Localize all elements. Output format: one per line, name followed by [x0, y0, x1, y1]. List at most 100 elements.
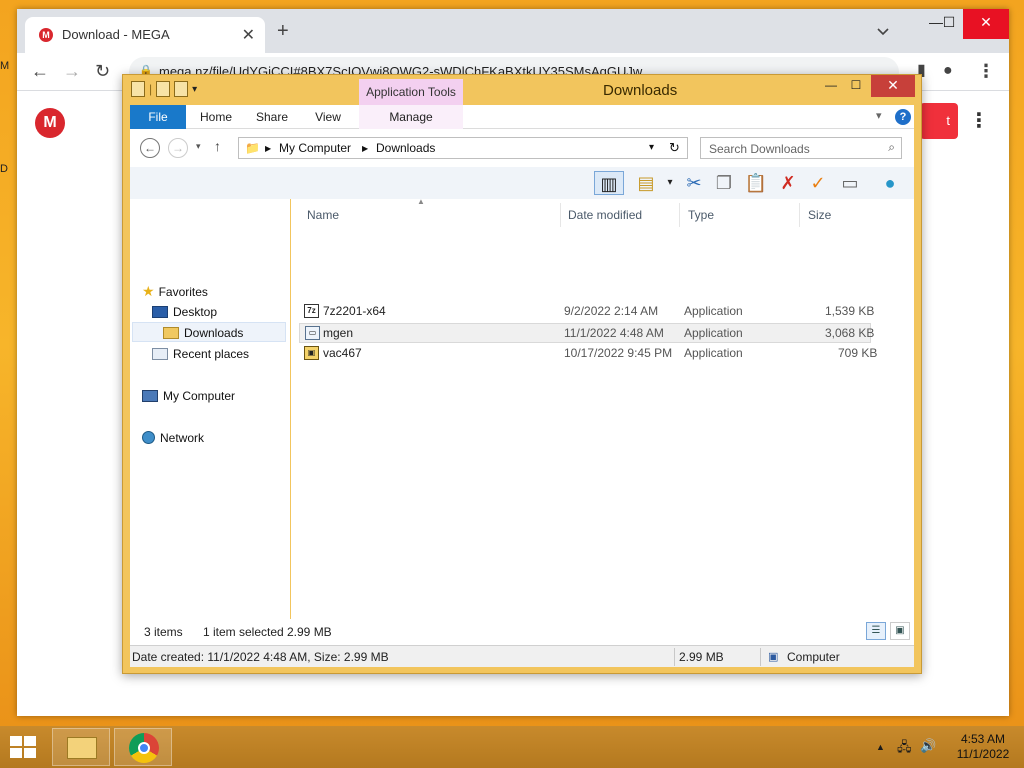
item-count: 3 items: [144, 625, 183, 639]
tab-home[interactable]: Home: [194, 105, 238, 129]
quick-access-toolbar: | ▾: [131, 81, 197, 97]
taskbar-chrome-button[interactable]: [114, 728, 172, 766]
properties-icon[interactable]: [156, 81, 171, 97]
star-icon: ★: [142, 283, 155, 299]
breadcrumb-separator-icon[interactable]: ▶: [265, 144, 271, 153]
tab-view[interactable]: View: [310, 105, 346, 129]
cut-icon[interactable]: ✂: [682, 171, 706, 195]
recent-locations-icon[interactable]: ▾: [196, 141, 201, 152]
address-path[interactable]: 📁 ▶ My Computer ▶ Downloads ▾ ↻: [238, 137, 688, 159]
browser-close-button[interactable]: ✕: [963, 9, 1009, 39]
file-date: 11/1/2022 4:48 AM: [564, 326, 664, 340]
windows-start-icon[interactable]: [10, 736, 38, 758]
downloads-folder-icon: [163, 327, 179, 339]
details-status-bar: Date created: 11/1/2022 4:48 AM, Size: 2…: [130, 645, 914, 667]
column-header-type[interactable]: Type: [680, 203, 800, 227]
installer-icon: ▣: [304, 346, 319, 360]
file-list: ▲ Name Date modified Type Size 7z 7z2201…: [291, 197, 914, 619]
taskbar-explorer-button[interactable]: [52, 728, 110, 766]
file-row[interactable]: ▭ mgen 11/1/2022 4:48 AM Application 3,0…: [299, 323, 874, 343]
taskbar: ▲ 🖧 🔊 4:53 AM 11/1/2022: [0, 726, 1024, 768]
nav-downloads[interactable]: Downloads: [132, 322, 286, 342]
desktop-icon-label: M: [0, 60, 10, 72]
search-input[interactable]: Search Downloads ⌕: [700, 137, 902, 159]
help-icon[interactable]: ?: [895, 109, 911, 125]
show-hidden-icons-icon[interactable]: ▲: [876, 742, 885, 752]
back-arrow-icon[interactable]: ←: [31, 61, 49, 81]
preview-pane-icon[interactable]: ▥: [594, 171, 624, 195]
nav-label: Favorites: [158, 285, 208, 299]
application-tools-context-tab: Application Tools: [359, 79, 463, 105]
refresh-icon[interactable]: ↻: [669, 140, 680, 156]
tab-share[interactable]: Share: [252, 105, 292, 129]
mega-action-button[interactable]: t: [920, 103, 958, 139]
file-size: 709 KB: [838, 346, 878, 360]
tab-close-icon[interactable]: ✕: [242, 25, 255, 45]
paste-icon[interactable]: 📋: [744, 171, 768, 195]
folder-down-icon[interactable]: [131, 81, 145, 97]
chrome-menu-icon[interactable]: ⋮: [977, 61, 995, 81]
explorer-close-button[interactable]: ✕: [871, 75, 915, 97]
tab-file[interactable]: File: [130, 105, 186, 129]
checkmark-icon[interactable]: ✓: [806, 171, 830, 195]
breadcrumb-downloads[interactable]: Downloads: [376, 141, 435, 155]
browser-maximize-button[interactable]: ☐: [937, 9, 961, 39]
column-header-name[interactable]: Name: [299, 203, 561, 227]
new-folder-icon[interactable]: [174, 81, 189, 97]
details-view-icon[interactable]: ☰: [866, 622, 886, 640]
clock[interactable]: 4:53 AM 11/1/2022: [948, 732, 1018, 762]
file-row[interactable]: 7z 7z2201-x64 9/2/2022 2:14 AM Applicati…: [299, 302, 874, 322]
up-arrow-icon[interactable]: ↑: [214, 138, 221, 154]
chrome-icon: [129, 733, 159, 763]
tab-search-chevron-icon[interactable]: [877, 25, 889, 39]
ribbon-tabs: File Home Share View Manage ▾ ?: [130, 105, 914, 129]
options-dropdown-icon[interactable]: ▾: [658, 171, 682, 195]
tab-manage[interactable]: Manage: [382, 105, 440, 129]
tab-title: Download - MEGA: [62, 27, 170, 42]
folder-options-icon[interactable]: ▤: [634, 171, 658, 195]
nav-favorites[interactable]: ★ Favorites: [142, 281, 298, 301]
breadcrumb-my-computer[interactable]: My Computer: [279, 141, 351, 155]
mega-favicon-icon: M: [39, 28, 53, 42]
folder-icon: 📁: [245, 141, 260, 155]
file-date: 9/2/2022 2:14 AM: [564, 304, 659, 318]
forward-arrow-icon[interactable]: →: [63, 61, 81, 81]
file-type: Application: [684, 326, 743, 340]
file-row[interactable]: ▣ vac467 10/17/2022 9:45 PM Application …: [299, 344, 877, 364]
nav-recent-places[interactable]: Recent places: [152, 344, 308, 364]
volume-icon[interactable]: 🔊: [920, 738, 936, 754]
mega-menu-icon[interactable]: ⋮: [969, 111, 989, 131]
column-header-date[interactable]: Date modified: [560, 203, 680, 227]
network-tray-icon[interactable]: 🖧: [897, 738, 912, 760]
navigation-pane: ★ Favorites Desktop Downloads Recent plac…: [130, 199, 290, 619]
browser-tab-strip: M Download - MEGA ✕ + — ☐ ✕: [17, 9, 1009, 53]
address-dropdown-icon[interactable]: ▾: [649, 142, 654, 153]
explorer-titlebar: | ▾ Application Tools Downloads — ☐ ✕: [123, 75, 921, 105]
explorer-maximize-button[interactable]: ☐: [845, 75, 867, 97]
explorer-minimize-button[interactable]: —: [821, 75, 841, 97]
search-icon[interactable]: ⌕: [888, 140, 895, 155]
nav-label: Network: [160, 431, 205, 445]
mega-logo[interactable]: M: [35, 108, 65, 138]
forward-button[interactable]: →: [168, 138, 188, 158]
nav-network[interactable]: Network: [142, 428, 298, 448]
nav-desktop[interactable]: Desktop: [152, 302, 308, 322]
breadcrumb-separator-icon[interactable]: ▶: [362, 144, 368, 153]
nav-my-computer[interactable]: My Computer: [142, 386, 298, 406]
delete-icon[interactable]: ✗: [776, 171, 800, 195]
column-header-size[interactable]: Size: [800, 203, 880, 227]
copy-icon[interactable]: ❐: [712, 171, 736, 195]
back-button[interactable]: ←: [140, 138, 160, 158]
qat-dropdown-icon[interactable]: ▾: [192, 84, 197, 95]
7z-icon: 7z: [304, 304, 319, 318]
expand-ribbon-icon[interactable]: ▾: [876, 109, 882, 122]
nav-label: Downloads: [184, 326, 244, 340]
browser-tab[interactable]: M Download - MEGA ✕: [25, 17, 265, 53]
reload-icon[interactable]: ↻: [95, 61, 110, 81]
globe-icon[interactable]: ●: [878, 171, 902, 195]
rename-icon[interactable]: ▭: [838, 171, 862, 195]
large-icons-view-icon[interactable]: ▣: [890, 622, 910, 640]
profile-avatar-icon[interactable]: ●: [943, 61, 953, 81]
clock-date: 11/1/2022: [956, 747, 1010, 761]
new-tab-button[interactable]: +: [277, 21, 289, 41]
